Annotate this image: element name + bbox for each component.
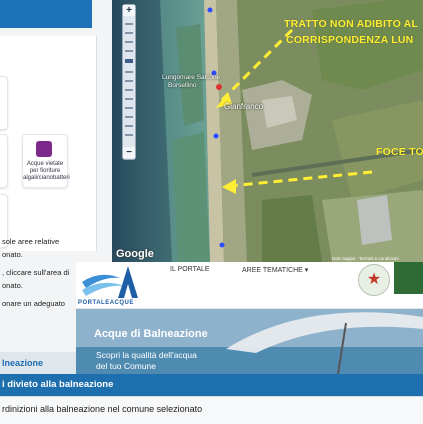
zoom-level-tick[interactable]: [125, 125, 133, 127]
legend-label: Acque vietate per fioriture algali/ciano…: [23, 161, 70, 181]
ministry-logo: [394, 262, 423, 294]
zoom-level-tick[interactable]: [125, 80, 133, 82]
panel-header: [0, 0, 92, 28]
info-text: onato.: [2, 281, 23, 290]
zoom-level-tick[interactable]: [125, 134, 133, 136]
legend-card: Acque vietate per fioriture algali/ciano…: [0, 36, 97, 251]
divieto-title[interactable]: i divieto alla balneazione: [2, 379, 113, 390]
zoom-level-tick[interactable]: [125, 23, 133, 25]
place-label: Gianfranco: [224, 102, 264, 111]
zoom-in-button[interactable]: +: [123, 5, 135, 16]
zoom-level-tick[interactable]: [125, 107, 133, 109]
legend-tile[interactable]: [0, 76, 8, 130]
map-annotation: TRATTO NON ADIBITO AL: [284, 18, 419, 30]
hero-title: Acque di Balneazione: [94, 328, 208, 340]
place-label: Borsellino: [168, 82, 197, 89]
zoom-level-tick[interactable]: [125, 89, 133, 91]
zoom-out-button[interactable]: −: [123, 147, 135, 158]
info-text: sole aree relative: [2, 237, 60, 246]
legend-tile-algal-bloom[interactable]: Acque vietate per fioriture algali/ciano…: [22, 134, 70, 188]
logo-caption: PORTALEACQUE: [78, 300, 134, 306]
place-label: Lungomare Salcone: [162, 74, 221, 81]
legend-swatch: [36, 141, 52, 157]
google-logo: Google: [116, 248, 154, 260]
star-icon: ★: [366, 271, 382, 288]
info-text: onare un adeguato: [2, 299, 65, 308]
hero-subtitle: Scopri la qualità dell'acqua del tuo Com…: [96, 350, 197, 371]
divieto-description: rdinizioni alla balneazione nel comune s…: [2, 404, 203, 414]
italian-republic-emblem: ★: [358, 264, 390, 296]
zoom-level-tick[interactable]: [125, 116, 133, 118]
legend-tile[interactable]: [0, 134, 8, 188]
portale-acque-logo[interactable]: [80, 264, 144, 300]
satellite-map[interactable]: TRATTO NON ADIBITO AL CORRISPONDENZA LUN…: [112, 0, 423, 262]
info-text: , cliccare sull'area di: [2, 268, 70, 277]
zoom-level-tick[interactable]: [125, 71, 133, 73]
map-annotation: FOCE TO: [376, 146, 423, 158]
zoom-level-tick[interactable]: [125, 32, 133, 34]
zoom-level-tick[interactable]: [125, 50, 133, 52]
zoom-control[interactable]: + −: [122, 4, 136, 160]
zoom-level-tick[interactable]: [125, 41, 133, 43]
zoom-slider-handle[interactable]: [125, 59, 133, 63]
nav-aree-tematiche[interactable]: AREE TEMATICHE ▾: [242, 266, 308, 274]
map-terms-link[interactable]: Dati mappa · Termini e condizioni: [332, 256, 398, 261]
portal-navbar: PORTALEACQUE IL PORTALE AREE TEMATICHE ▾…: [76, 262, 423, 309]
nav-il-portale[interactable]: IL PORTALE: [170, 266, 210, 273]
sidebar-section-label[interactable]: lneazione: [2, 358, 43, 368]
zoom-level-tick[interactable]: [125, 98, 133, 100]
map-annotation: CORRISPONDENZA LUN: [286, 34, 414, 46]
info-text: onato.: [2, 250, 23, 259]
